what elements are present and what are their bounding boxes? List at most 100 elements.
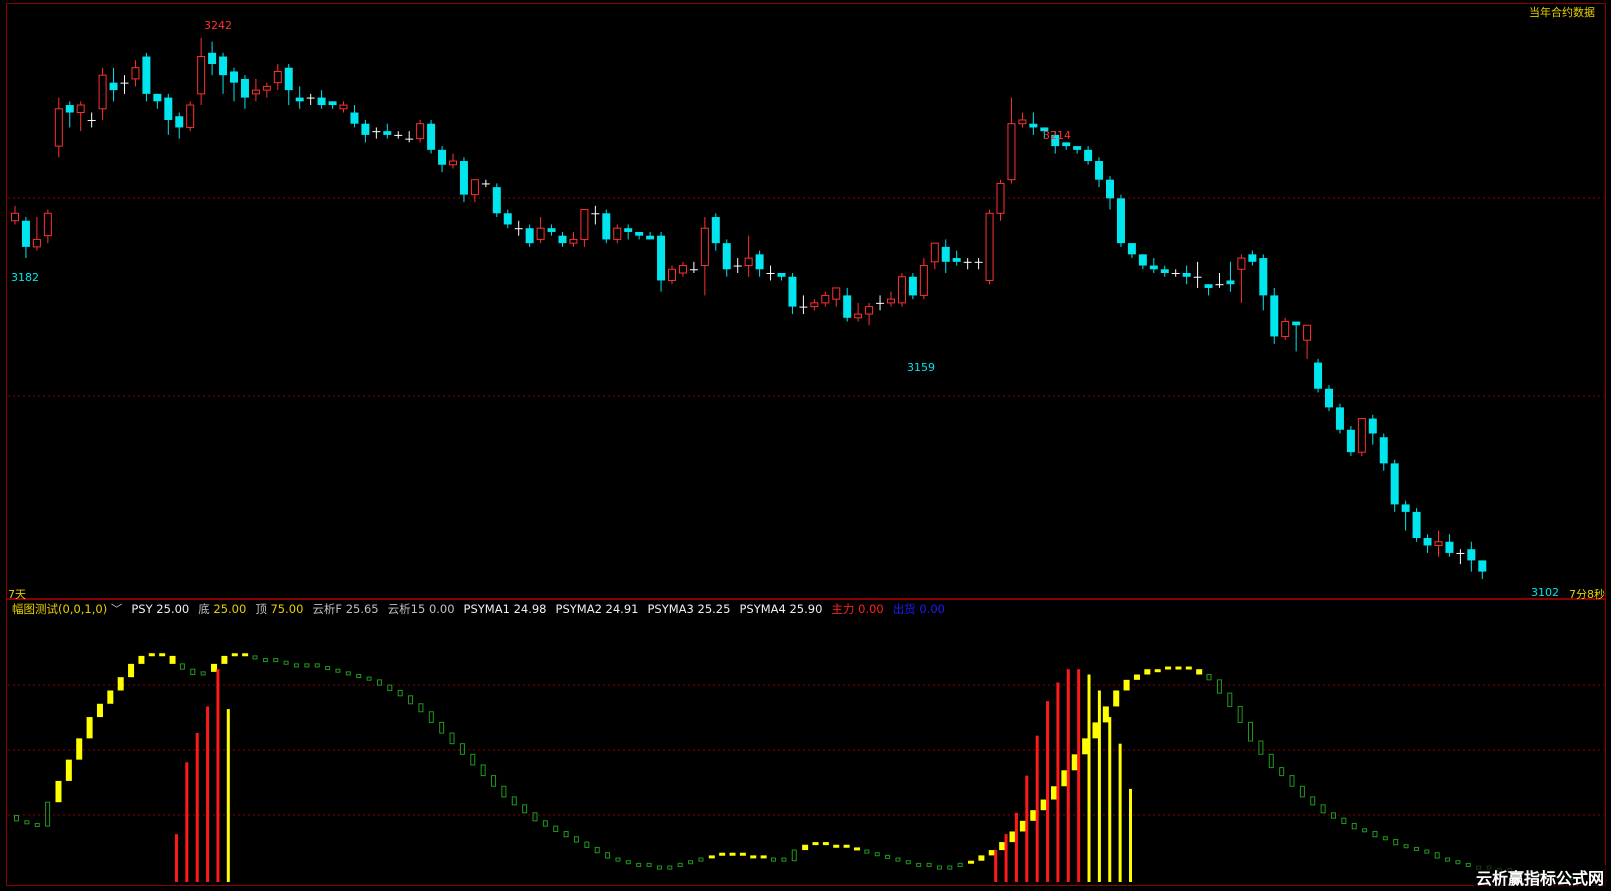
candle-body bbox=[394, 134, 403, 136]
psy-segment bbox=[791, 849, 797, 862]
contract-data-label[interactable]: 当年合约数据 bbox=[1529, 4, 1595, 20]
candle-body bbox=[952, 258, 961, 262]
psy-segment bbox=[625, 860, 631, 865]
candle-body bbox=[854, 313, 863, 319]
candle-body bbox=[219, 56, 228, 76]
candle-body bbox=[427, 123, 436, 150]
psy-segment bbox=[999, 842, 1006, 851]
watermark: 云析赢指标公式网 bbox=[1472, 865, 1607, 889]
candle-body bbox=[919, 265, 928, 296]
candle-body bbox=[700, 227, 709, 267]
candle-body bbox=[865, 306, 874, 315]
psy-segment bbox=[708, 855, 715, 859]
candle-body bbox=[876, 302, 885, 304]
psy-segment bbox=[418, 703, 424, 713]
di-label: 底 bbox=[198, 602, 210, 616]
candle-body bbox=[1335, 407, 1344, 430]
psy-segment bbox=[470, 753, 476, 766]
candle-body bbox=[580, 209, 589, 240]
candle-body bbox=[164, 97, 173, 120]
candle-body bbox=[547, 228, 556, 232]
yx15-readout: 云析15 0.00 bbox=[388, 601, 455, 617]
psy-segment bbox=[65, 759, 72, 781]
di-value: 25.00 bbox=[213, 602, 247, 616]
indicator-name: 幅图测试(0,0,1,0) bbox=[12, 602, 108, 616]
candle-body bbox=[1445, 541, 1454, 553]
psy-segment bbox=[1040, 799, 1047, 811]
candle-body bbox=[613, 227, 622, 240]
psyma4-value: 25.90 bbox=[789, 602, 823, 616]
zhuli-bar bbox=[1129, 788, 1132, 882]
candle-body bbox=[1182, 273, 1191, 277]
psy-segment bbox=[231, 653, 238, 657]
candle-body bbox=[1478, 560, 1487, 572]
psy-segment bbox=[936, 865, 942, 870]
zhuli-bar bbox=[1004, 834, 1008, 882]
psy-segment bbox=[96, 703, 103, 718]
candle-body bbox=[1357, 418, 1366, 453]
zhuli-bar bbox=[174, 834, 178, 882]
zhuli-bar bbox=[1097, 690, 1101, 882]
psy-segment bbox=[1175, 666, 1182, 670]
zhuli-bar bbox=[226, 709, 230, 882]
candle-body bbox=[536, 227, 545, 240]
high-price-mark-mid: 3214 bbox=[1043, 129, 1071, 142]
psy-segment bbox=[1061, 770, 1068, 787]
zhuli-bar bbox=[1025, 775, 1029, 882]
psy-segment bbox=[1289, 775, 1295, 787]
candle-body bbox=[722, 243, 731, 270]
candle-body bbox=[120, 82, 129, 84]
psyma2-value: 24.91 bbox=[605, 602, 639, 616]
yxf-readout: 云析F 25.65 bbox=[312, 601, 378, 617]
ding-value: 75.00 bbox=[270, 602, 304, 616]
candle-body bbox=[175, 116, 184, 128]
candle-body bbox=[1095, 161, 1104, 180]
psy-segment bbox=[1144, 669, 1151, 675]
candle-body bbox=[1368, 418, 1377, 434]
psyma3-label: PSYMA3 bbox=[647, 602, 694, 616]
candle-body bbox=[525, 228, 534, 244]
psy-segment bbox=[926, 862, 932, 867]
zhuli-bar bbox=[185, 762, 189, 882]
psy-segment bbox=[1154, 669, 1161, 673]
candlestick-chart bbox=[8, 37, 1604, 882]
psy-segment bbox=[24, 820, 30, 825]
candle-body bbox=[273, 70, 282, 84]
candle-body bbox=[1073, 146, 1082, 150]
psy-segment bbox=[1351, 822, 1357, 830]
psy-segment bbox=[729, 852, 736, 856]
candle-body bbox=[897, 276, 906, 304]
candle-body bbox=[887, 298, 895, 304]
psy-segment bbox=[86, 717, 93, 739]
psy-segment bbox=[459, 743, 465, 755]
candle-body bbox=[733, 265, 742, 267]
psy-segment bbox=[45, 801, 51, 827]
countdown-label: 7分8秒 bbox=[1569, 588, 1605, 601]
zhuli-bar bbox=[1108, 717, 1112, 882]
psy-segment bbox=[532, 812, 538, 822]
candle-body bbox=[1303, 324, 1312, 341]
candle-body bbox=[1062, 142, 1071, 147]
candle-body bbox=[109, 82, 118, 91]
psy-segment bbox=[542, 820, 548, 827]
psy-segment bbox=[698, 857, 704, 862]
psy-segment bbox=[1019, 820, 1026, 832]
candle-body bbox=[1226, 280, 1235, 285]
indicator-selector[interactable]: 幅图测试(0,0,1,0) ﹀ bbox=[12, 601, 122, 617]
zhuli-readout: 主力 0.00 bbox=[831, 601, 883, 617]
candle-body bbox=[317, 97, 326, 106]
psyma2-label: PSYMA2 bbox=[555, 602, 602, 616]
psy-segment bbox=[335, 668, 341, 673]
candle-body bbox=[142, 56, 151, 94]
zhuli-bar bbox=[1077, 669, 1081, 882]
candle-body bbox=[1281, 321, 1290, 337]
candle-body bbox=[810, 302, 819, 308]
candle-body bbox=[1259, 258, 1268, 296]
candle-body bbox=[459, 161, 468, 195]
chevron-down-icon: ﹀ bbox=[110, 602, 123, 616]
psy-segment bbox=[1279, 767, 1285, 777]
candle-body bbox=[635, 231, 644, 236]
psy-segment bbox=[1341, 817, 1347, 824]
candle-body bbox=[624, 228, 633, 232]
chuhuo-value: 0.00 bbox=[919, 602, 945, 616]
